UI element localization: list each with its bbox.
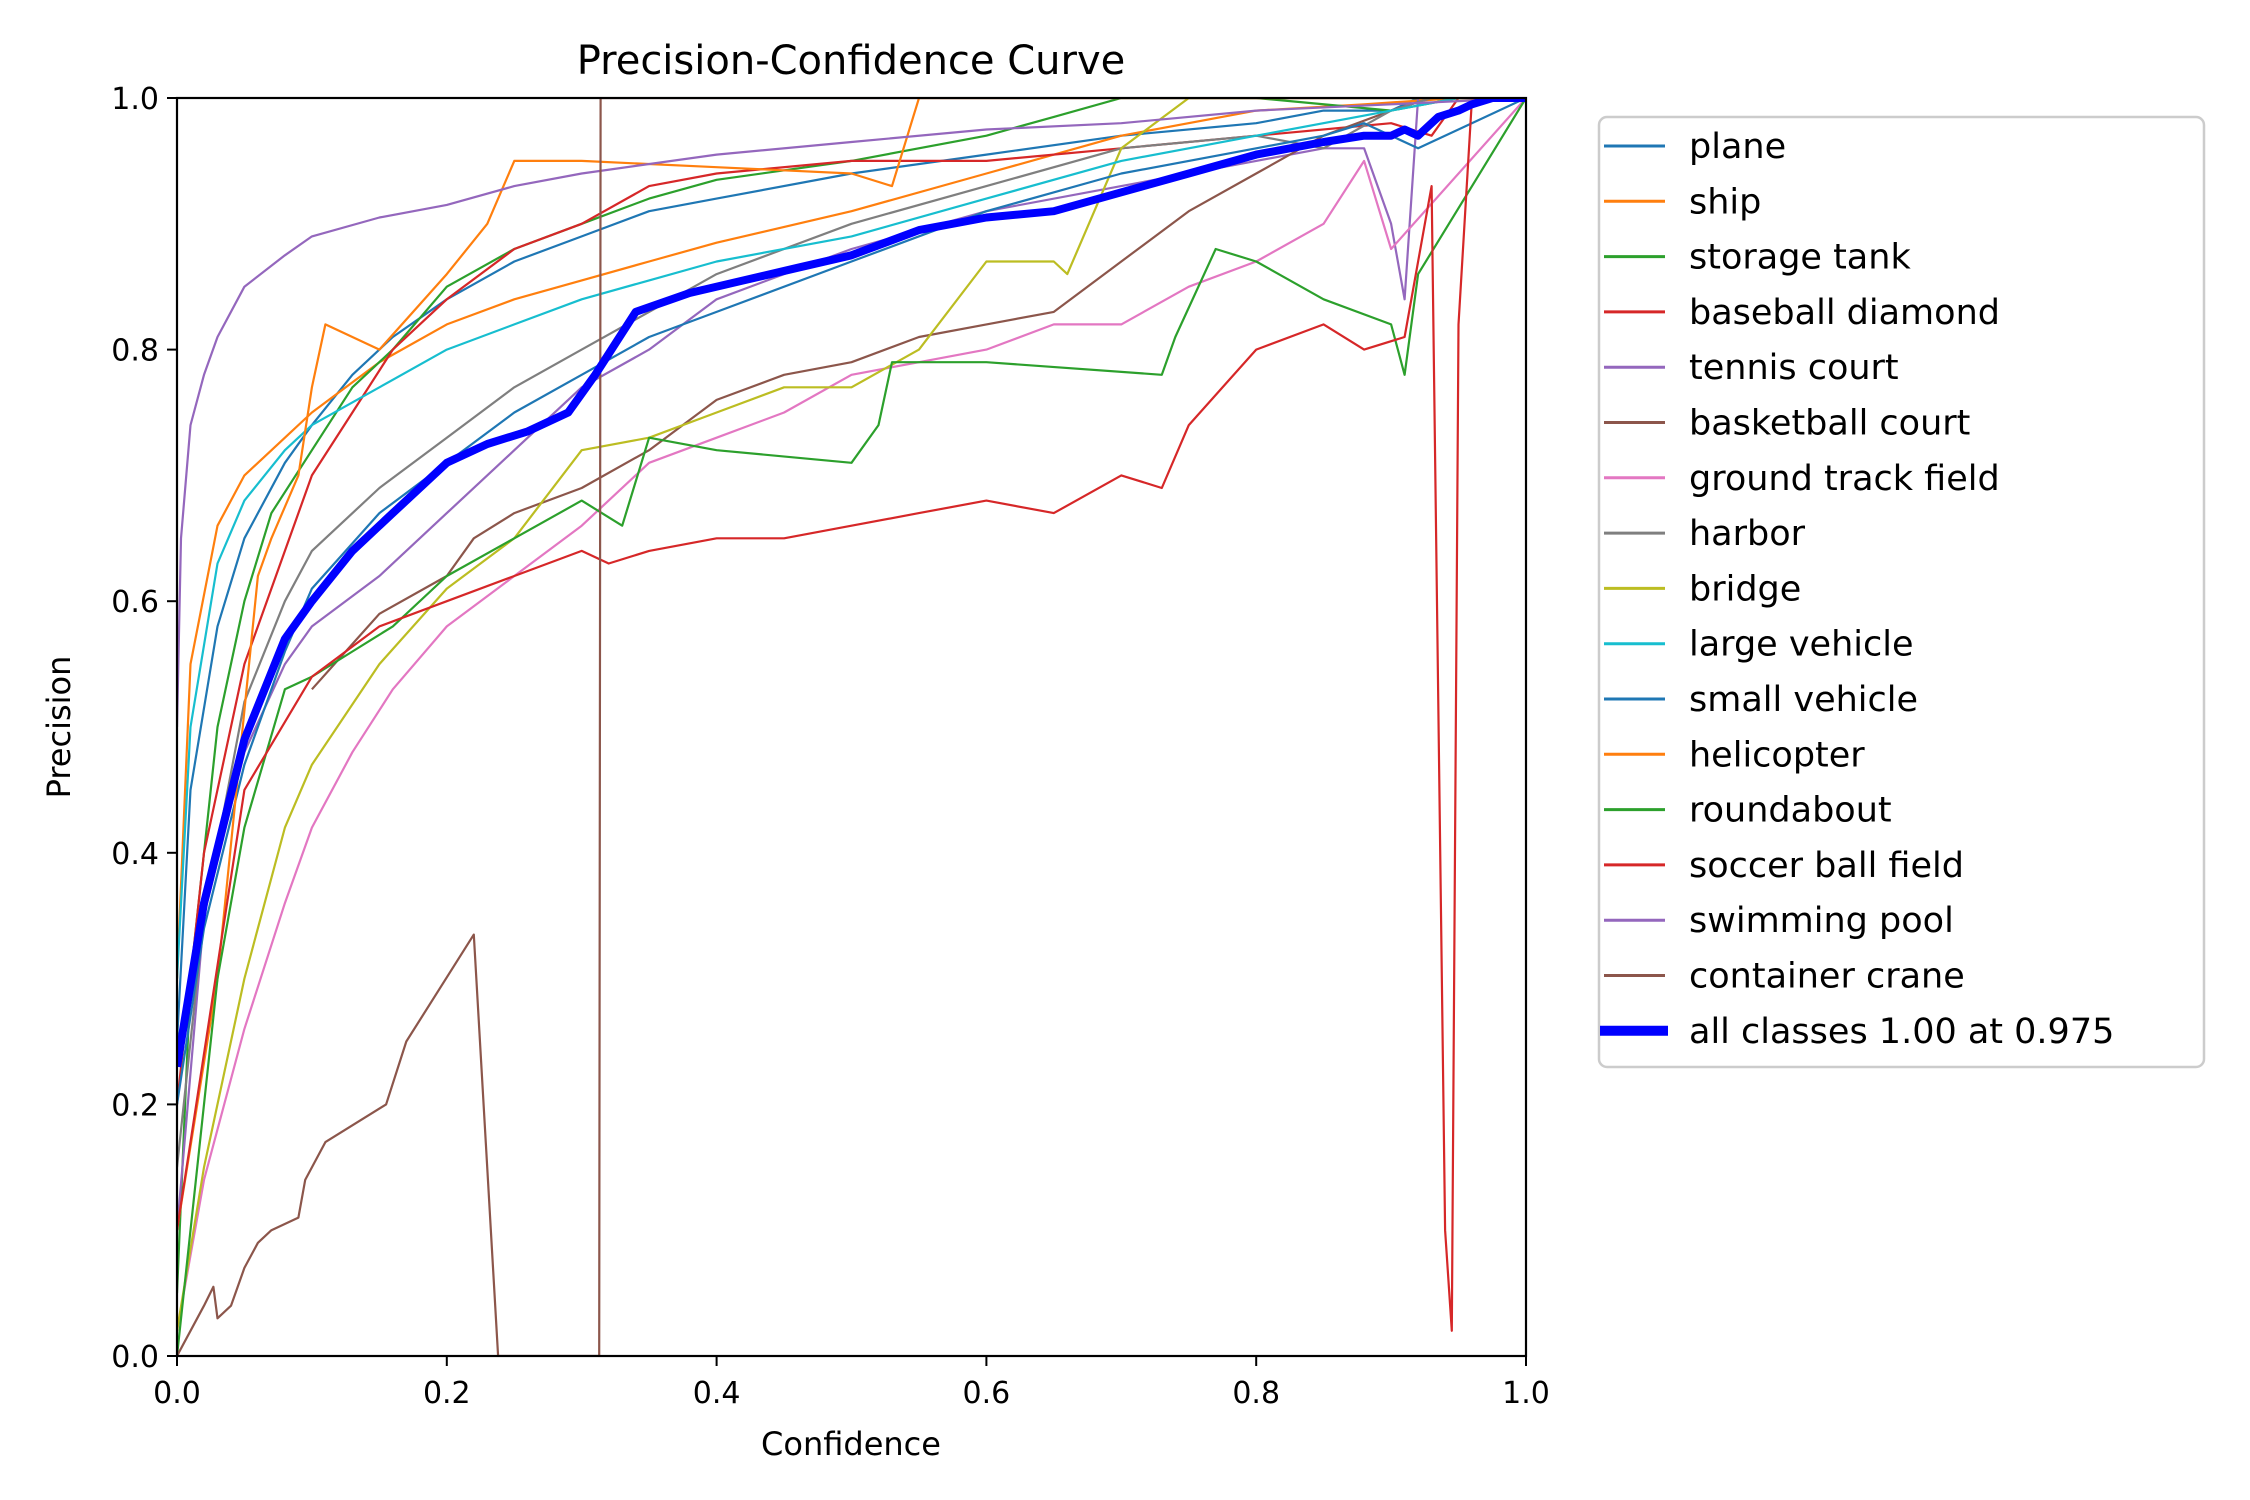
legend-label: harbor	[1689, 514, 1806, 554]
legend-label: ground track field	[1689, 459, 2000, 499]
legend-label: soccer ball field	[1689, 846, 1964, 886]
y-tick-label: 0.6	[111, 585, 159, 620]
legend-label: basketball court	[1689, 404, 1970, 444]
y-tick-label: 0.0	[111, 1340, 159, 1375]
x-tick-label: 0.4	[693, 1376, 741, 1411]
y-tick-label: 0.4	[111, 837, 159, 872]
chart-title: Precision-Confidence Curve	[577, 38, 1126, 84]
legend-label: small vehicle	[1689, 680, 1918, 720]
legend-label: helicopter	[1689, 735, 1865, 775]
legend-label: container crane	[1689, 957, 1965, 997]
x-tick-label: 0.6	[963, 1376, 1011, 1411]
legend-label: storage tank	[1689, 238, 1911, 278]
precision-confidence-chart: Precision-Confidence Curve 0.0 0.2 0.4 0.6 0…	[0, 0, 2250, 1500]
x-axis-title: Confidence	[761, 1425, 941, 1463]
x-tick-label: 1.0	[1502, 1376, 1550, 1411]
legend-label: plane	[1689, 127, 1786, 167]
x-tick-label: 0.0	[153, 1376, 201, 1411]
y-tick-label: 0.8	[111, 334, 159, 369]
x-tick-label: 0.8	[1232, 1376, 1280, 1411]
x-tick-label: 0.2	[423, 1376, 471, 1411]
legend-label: bridge	[1689, 569, 1801, 609]
legend-label: baseball diamond	[1689, 293, 2000, 333]
y-axis-title: Precision	[40, 656, 78, 799]
legend-label: ship	[1689, 182, 1761, 222]
legend-label: tennis court	[1689, 348, 1899, 388]
legend-label: swimming pool	[1689, 901, 1954, 941]
legend-label: all classes 1.00 at 0.975	[1689, 1012, 2114, 1052]
y-tick-label: 1.0	[111, 82, 159, 117]
legend: plane ship storage tank baseball diamond ten…	[1597, 115, 2206, 1069]
y-tick-label: 0.2	[111, 1088, 159, 1123]
legend-label: large vehicle	[1689, 625, 1913, 665]
legend-label: roundabout	[1689, 791, 1892, 831]
